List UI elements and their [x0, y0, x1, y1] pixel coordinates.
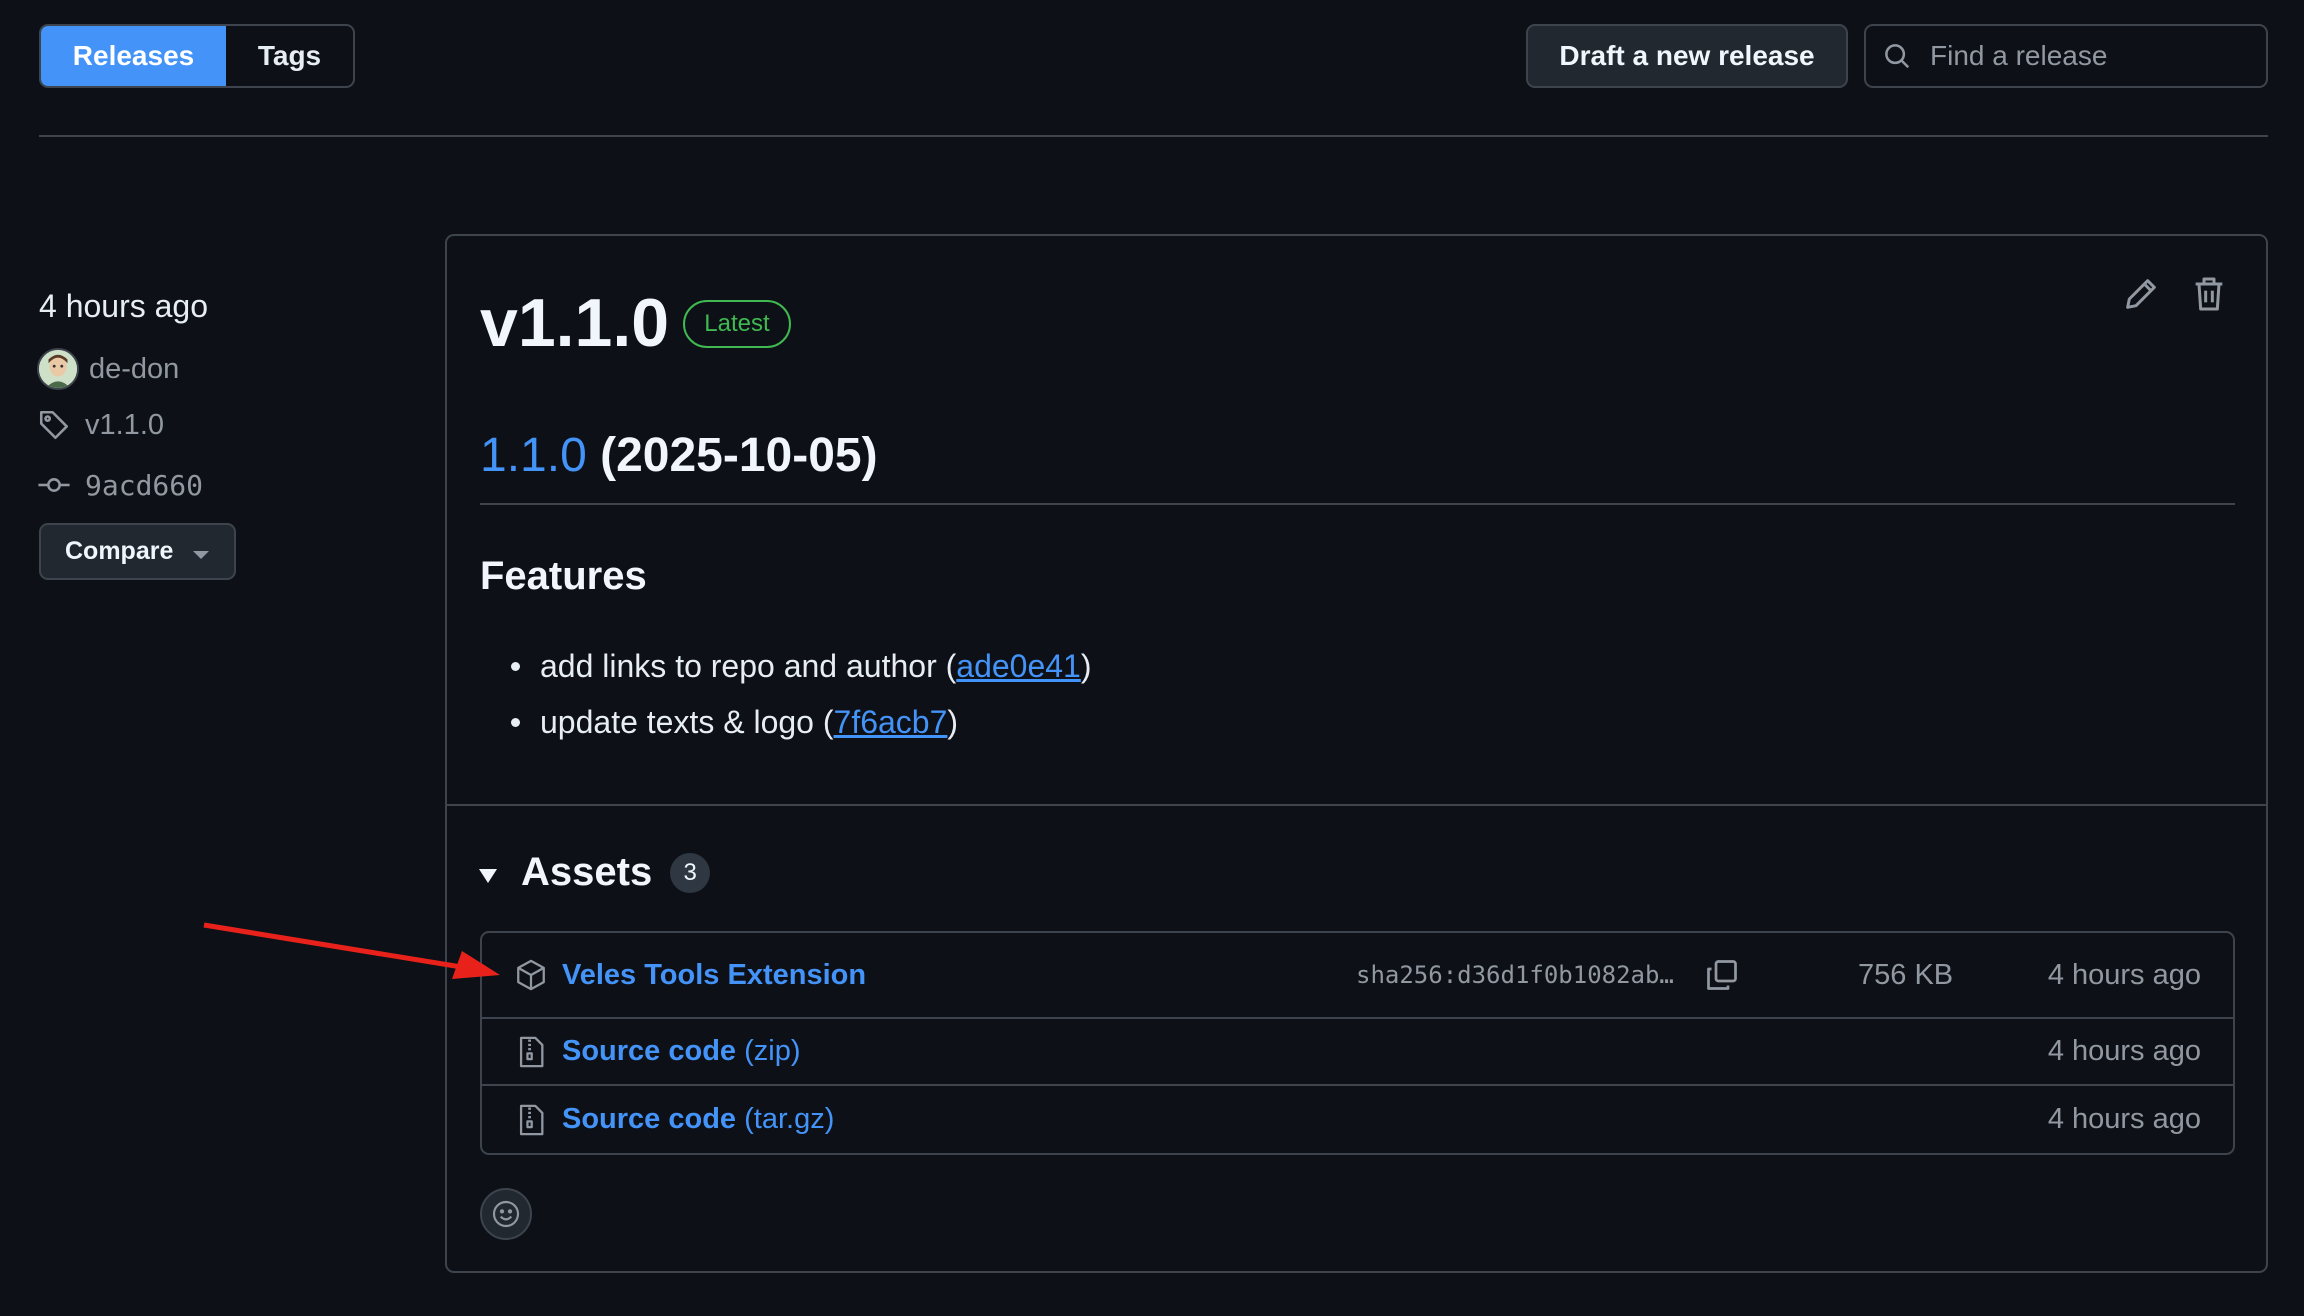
asset-row: Veles Tools Extension sha256:d36d1f0b108… — [482, 933, 2233, 1019]
bullet — [511, 661, 520, 671]
release-time: 4 hours ago — [39, 288, 209, 324]
asset-time: 4 hours ago — [2047, 1103, 2201, 1135]
add-reaction-button[interactable] — [480, 1188, 532, 1240]
asset-link[interactable]: Veles Tools Extension — [562, 959, 866, 992]
smiley-icon — [492, 1200, 520, 1228]
tab-tags[interactable]: Tags — [226, 26, 353, 86]
asset-format: (zip) — [744, 1035, 801, 1067]
asset-row: Source code (zip) 4 hours ago — [482, 1019, 2233, 1086]
assets-count-badge: 3 — [670, 852, 711, 893]
file-zip-icon — [519, 1104, 544, 1135]
top-divider — [39, 135, 2268, 137]
tab-releases[interactable]: Releases — [41, 26, 226, 86]
chevron-down-icon — [193, 550, 210, 559]
asset-link[interactable]: Source code (tar.gz) — [562, 1103, 834, 1136]
release-author[interactable]: de-don — [37, 348, 179, 390]
trash-icon[interactable] — [2189, 274, 2229, 314]
features-heading: Features — [480, 554, 647, 598]
avatar[interactable] — [37, 348, 79, 390]
asset-name-text: Source code — [562, 1035, 737, 1067]
version-heading: 1.1.0 (2025-10-05) — [480, 428, 878, 483]
asset-name-text: Source code — [562, 1103, 737, 1135]
annotation-arrow-icon — [203, 922, 500, 979]
bullet — [511, 717, 520, 727]
releases-tags-toggle: Releases Tags — [39, 24, 355, 88]
list-item: add links to repo and author (ade0e41) — [511, 638, 1092, 694]
draft-new-release-button[interactable]: Draft a new release — [1526, 24, 1848, 88]
list-item: update texts & logo (7f6acb7) — [511, 694, 1092, 750]
commit-link[interactable]: ade0e41 — [956, 648, 1081, 685]
author-name[interactable]: de-don — [89, 353, 179, 386]
triangle-down-icon — [479, 868, 497, 883]
version-divider — [480, 503, 2235, 505]
tag-icon — [39, 410, 69, 440]
tag-name[interactable]: v1.1.0 — [85, 409, 164, 442]
asset-row: Source code (tar.gz) 4 hours ago — [482, 1086, 2233, 1153]
file-zip-icon — [519, 1036, 544, 1067]
copy-icon[interactable] — [1704, 957, 1740, 993]
asset-link[interactable]: Source code (zip) — [562, 1035, 801, 1068]
version-date: (2025-10-05) — [600, 429, 878, 482]
assets-divider — [447, 804, 2266, 806]
pencil-icon[interactable] — [2121, 274, 2161, 314]
compare-label: Compare — [65, 537, 174, 565]
release-title[interactable]: v1.1.0 — [480, 284, 669, 362]
assets-list: Veles Tools Extension sha256:d36d1f0b108… — [480, 931, 2235, 1155]
assets-toggle[interactable]: Assets 3 — [479, 850, 711, 895]
feature-text: add links to repo and author ( — [540, 647, 957, 684]
asset-size: 756 KB — [1858, 958, 1954, 991]
releases-page: Releases Tags Draft a new release 4 hour… — [0, 0, 2304, 1316]
latest-badge: Latest — [683, 300, 791, 348]
assets-heading: Assets — [521, 850, 653, 894]
release-search[interactable] — [1864, 24, 2268, 88]
commit-link[interactable]: 7f6acb7 — [834, 704, 948, 741]
commit-icon — [38, 478, 70, 492]
features-list: add links to repo and author (ade0e41) u… — [511, 638, 1092, 750]
asset-format: (tar.gz) — [744, 1103, 835, 1135]
asset-time: 4 hours ago — [2047, 958, 2201, 991]
release-card: v1.1.0 Latest 1.1.0 (2025-10-05) Feature… — [445, 234, 2268, 1273]
commit-sha[interactable]: 9acd660 — [85, 469, 203, 502]
feature-text: update texts & logo ( — [540, 703, 834, 740]
asset-time: 4 hours ago — [2047, 1035, 2201, 1067]
feature-close: ) — [1080, 647, 1092, 684]
release-tag[interactable]: v1.1.0 — [37, 408, 164, 442]
search-input[interactable] — [1930, 40, 2250, 72]
search-icon — [1885, 44, 1910, 69]
version-link[interactable]: 1.1.0 — [480, 429, 587, 482]
release-commit[interactable]: 9acd660 — [37, 468, 203, 502]
compare-button[interactable]: Compare — [39, 523, 236, 580]
feature-close: ) — [947, 703, 959, 740]
asset-sha: sha256:d36d1f0b1082ab… — [1356, 961, 1674, 989]
